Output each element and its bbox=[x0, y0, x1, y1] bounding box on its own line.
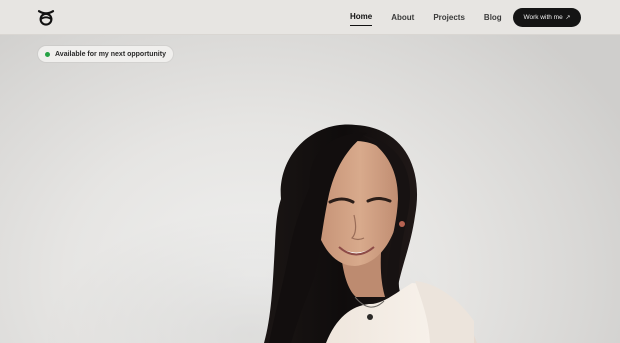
availability-status-text: Available for my next opportunity bbox=[55, 50, 166, 58]
work-with-me-button[interactable]: Work with me ↗ bbox=[513, 8, 581, 27]
nav-projects-link[interactable]: Projects bbox=[433, 12, 465, 26]
primary-nav: Home About Projects Blog bbox=[350, 11, 502, 26]
nav-about-link[interactable]: About bbox=[391, 12, 414, 26]
nav-home-link[interactable]: Home bbox=[350, 11, 373, 26]
top-navigation-bar: Home About Projects Blog Work with me ↗ bbox=[0, 0, 620, 35]
availability-status-badge: Available for my next opportunity bbox=[38, 46, 173, 62]
nav-blog-link[interactable]: Blog bbox=[484, 12, 502, 26]
portrait-photo bbox=[264, 124, 477, 343]
page: Home About Projects Blog Work with me ↗ … bbox=[0, 0, 620, 343]
work-with-me-label: Work with me bbox=[523, 14, 563, 21]
arrow-up-right-icon: ↗ bbox=[565, 15, 571, 21]
status-dot-icon bbox=[45, 51, 50, 57]
mustache-face-icon[interactable] bbox=[36, 9, 56, 26]
hero-section: Available for my next opportunity bbox=[0, 35, 620, 343]
